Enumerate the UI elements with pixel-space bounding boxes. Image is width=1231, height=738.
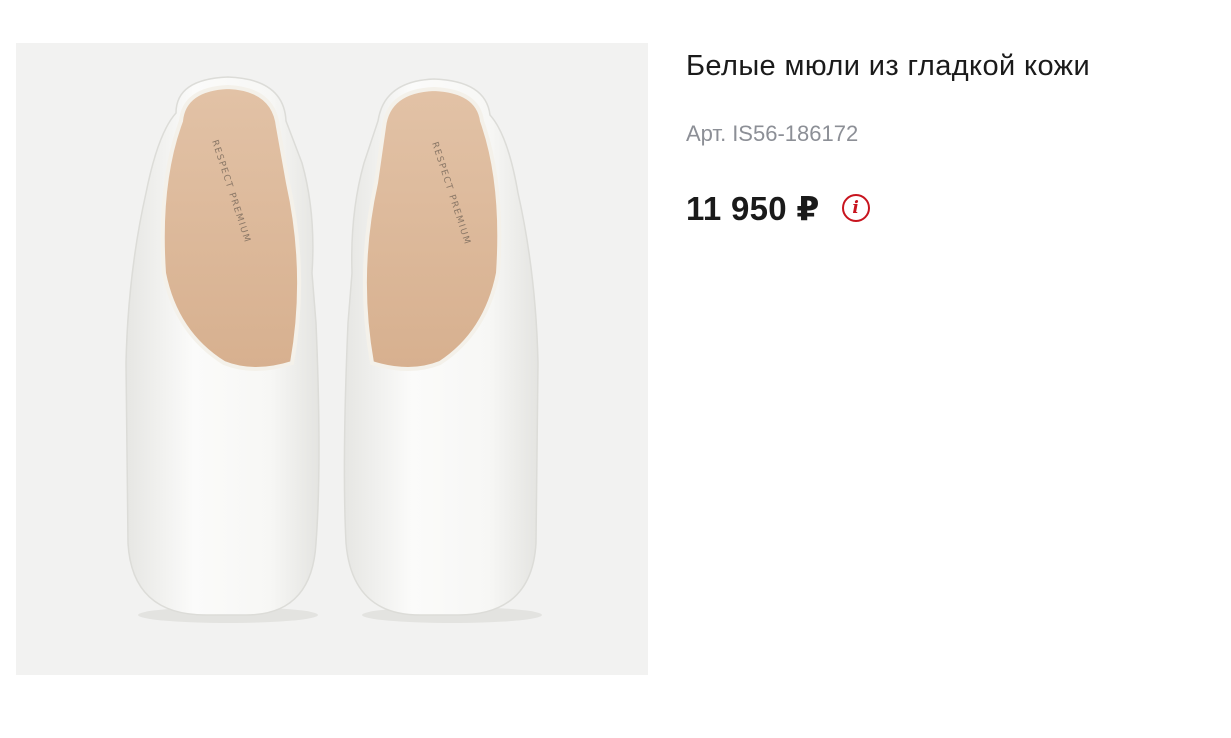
product-price: 11 950 ₽ [686,189,820,227]
product-info: Белые мюли из гладкой кожи Арт. IS56-1861… [686,46,1206,228]
product-sku: Арт. IS56-186172 [686,120,1206,148]
price-row: 11 950 ₽ i [686,188,1206,228]
product-title: Белые мюли из гладкой кожи [686,50,1091,82]
sku-value: IS56-186172 [732,121,859,146]
product-image[interactable]: RESPECT PREMIUM RESPECT PREMIUM [16,43,648,675]
right-shoe: RESPECT PREMIUM [343,78,542,623]
price-info-button[interactable]: i [841,194,870,222]
info-icon: i [852,197,859,218]
product-photo: RESPECT PREMIUM RESPECT PREMIUM [125,76,542,623]
left-shoe: RESPECT PREMIUM [125,76,320,623]
sku-label: Арт. [686,121,727,146]
